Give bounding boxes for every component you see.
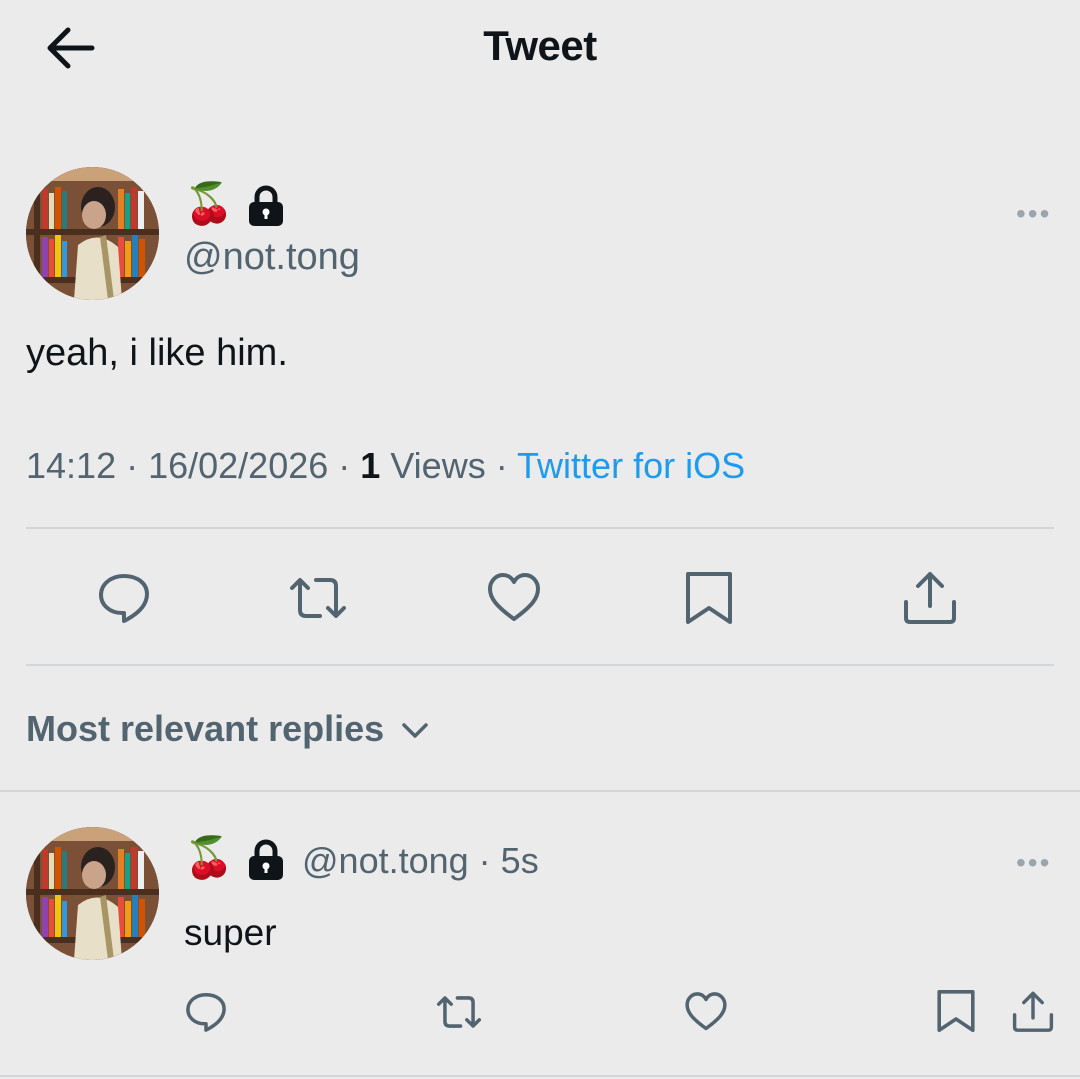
reply-bookmark-button[interactable] [936,988,976,1039]
reply-handle[interactable]: @not.tong [302,840,469,881]
tweet-meta: 14:12 · 16/02/2026 · 1 Views · Twitter f… [26,445,745,487]
retweet-icon [290,578,346,618]
tweet-source[interactable]: Twitter for iOS [517,445,745,486]
retweet-button[interactable] [286,570,350,631]
reply-button[interactable] [96,570,152,631]
share-button[interactable] [900,568,960,631]
separator: · [468,840,501,881]
reply-share-button[interactable] [1010,988,1056,1039]
avatar-photo [26,167,159,300]
more-options-icon[interactable]: ••• [1016,198,1051,230]
avatar-photo [26,827,159,960]
like-icon [488,573,540,621]
share-icon [1012,991,1054,1032]
cherry-emoji: 🍒 [184,835,234,881]
reply-avatar[interactable] [26,827,159,960]
reply-time: 5s [500,840,539,881]
divider [26,527,1054,529]
tweet-time: 14:12 [26,445,117,486]
replies-sort-label: Most relevant replies [26,708,385,749]
like-button[interactable] [486,570,542,631]
separator: · [485,445,518,486]
tweet-date: 16/02/2026 [148,445,329,486]
author-handle[interactable]: @not.tong [184,236,360,279]
reply-icon [186,992,226,1032]
reply-text: super [184,912,277,953]
separator: · [328,445,361,486]
reply-like-button[interactable] [684,990,728,1039]
divider [26,664,1054,666]
bookmark-icon [686,572,732,624]
bookmark-icon [937,990,975,1032]
share-icon [904,572,956,624]
like-icon [685,992,727,1031]
bookmark-button[interactable] [684,570,734,631]
page-title: Tweet [483,22,597,69]
divider [0,790,1080,792]
cherry-emoji: 🍒 [184,181,234,227]
reply-more-options-icon[interactable]: ••• [1016,847,1051,879]
avatar[interactable] [26,167,159,300]
retweet-icon [436,996,482,1028]
reply-meta: @not.tong · 5s [302,840,539,882]
reply-icon [99,574,149,623]
views-count[interactable]: 1 [360,445,380,486]
lock-icon [246,184,286,233]
lock-icon [246,838,286,887]
views-label[interactable]: Views [380,445,485,486]
tweet-text: yeah, i like him. [26,332,288,374]
separator: · [116,445,149,486]
replies-sort-toggle[interactable]: Most relevant replies [26,708,430,750]
divider [0,1075,1080,1077]
reply-reply-button[interactable] [184,990,228,1039]
reply-retweet-button[interactable] [434,990,484,1039]
chevron-down-icon [402,723,428,739]
